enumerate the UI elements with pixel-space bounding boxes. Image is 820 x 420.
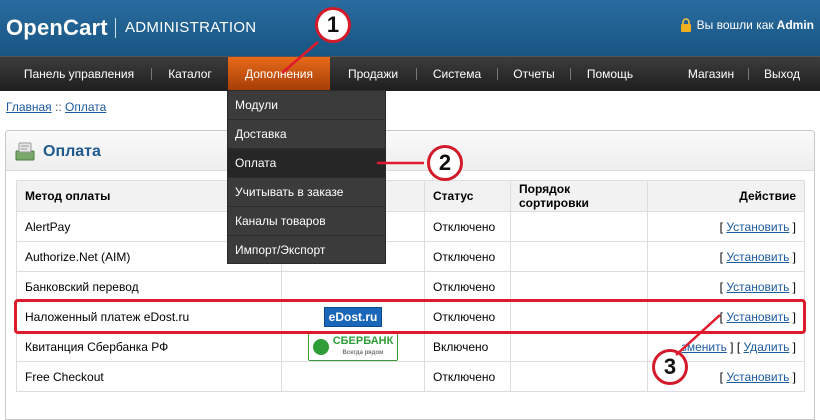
menu-separator — [497, 68, 498, 80]
payment-actions: [ Установить ] — [647, 271, 805, 302]
menu-item-extensions[interactable]: Дополнения — [228, 57, 330, 91]
menu-item-store[interactable]: Магазин — [676, 57, 746, 91]
menu-item-sales[interactable]: Продажи — [332, 57, 414, 91]
menu-separator — [748, 68, 749, 80]
payment-status: Отключено — [424, 241, 511, 272]
menu-item-help[interactable]: Помощь — [573, 57, 647, 91]
menu-separator — [416, 68, 417, 80]
login-user[interactable]: Admin — [777, 18, 814, 32]
payment-sort-order — [510, 241, 648, 272]
payment-box: Оплата Метод оплаты Статус Порядок сорти… — [5, 130, 815, 420]
payment-logo-cell — [281, 271, 425, 302]
brand-logo[interactable]: OpenCart — [6, 15, 108, 41]
column-header-status[interactable]: Статус — [424, 180, 511, 212]
admin-label: ADMINISTRATION — [125, 19, 257, 36]
brand-separator — [115, 18, 116, 38]
payment-icon — [15, 142, 35, 161]
install-link[interactable]: Установить — [726, 220, 789, 234]
table-header-row: Метод оплаты Статус Порядок сортировки Д… — [16, 180, 805, 212]
column-header-sort[interactable]: Порядок сортировки — [510, 180, 648, 212]
edit-link[interactable]: зменить — [681, 340, 727, 354]
login-text: Вы вошли как — [696, 18, 774, 32]
callout-2: 2 — [427, 145, 463, 181]
dropdown-item-modules[interactable]: Модули — [228, 91, 385, 120]
payment-status: Отключено — [424, 361, 511, 392]
table-row: Банковский перевод Отключено [ Установит… — [16, 271, 805, 302]
install-link[interactable]: Установить — [726, 250, 789, 264]
payment-status: Включено — [424, 331, 511, 362]
extensions-dropdown: Модули Доставка Оплата Учитывать в заказ… — [227, 90, 386, 264]
breadcrumb: Главная :: Оплата — [6, 100, 106, 114]
table-row: Authorize.Net (AIM) Отключено [ Установи… — [16, 241, 805, 272]
login-status: Вы вошли как Admin — [680, 18, 814, 32]
sberbank-logo: СБЕРБАНК Всегда рядом — [307, 332, 399, 361]
payment-logo-cell: СБЕРБАНК Всегда рядом — [281, 331, 425, 362]
header-bar: OpenCart ADMINISTRATION Вы вошли как Adm… — [0, 0, 820, 56]
sberbank-logo-mark — [312, 338, 329, 355]
payment-status: Отключено — [424, 271, 511, 302]
dropdown-item-order-totals[interactable]: Учитывать в заказе — [228, 178, 385, 207]
sberbank-logo-text: СБЕРБАНК — [332, 334, 394, 347]
uninstall-link[interactable]: Удалить — [744, 340, 790, 354]
payment-sort-order — [510, 271, 648, 302]
box-heading: Оплата — [6, 131, 814, 171]
payment-sort-order — [510, 361, 648, 392]
highlight-frame — [14, 299, 806, 334]
payment-method-name: Квитанция Сбербанка РФ — [16, 331, 282, 362]
table-row: Квитанция Сбербанка РФ СБЕРБАНК Всегда ря… — [16, 331, 805, 362]
callout-3: 3 — [652, 349, 688, 385]
payment-logo-cell — [281, 361, 425, 392]
payment-actions: [ Установить ] — [647, 211, 805, 242]
breadcrumb-separator: :: — [51, 100, 66, 114]
payment-sort-order — [510, 211, 648, 242]
page-title: Оплата — [43, 143, 101, 160]
menu-item-system[interactable]: Система — [419, 57, 495, 91]
payment-method-name: Free Checkout — [16, 361, 282, 392]
menu-item-catalog[interactable]: Каталог — [154, 57, 226, 91]
callout-1: 1 — [315, 7, 351, 43]
menu-item-logout[interactable]: Выход — [751, 57, 813, 91]
payment-method-name: Банковский перевод — [16, 271, 282, 302]
column-header-action: Действие — [647, 180, 805, 212]
dropdown-item-shipping[interactable]: Доставка — [228, 120, 385, 149]
install-link[interactable]: Установить — [726, 370, 789, 384]
menu-separator — [570, 68, 571, 80]
menu-separator — [151, 68, 152, 80]
payment-actions: [ Установить ] — [647, 241, 805, 272]
install-link[interactable]: Установить — [726, 280, 789, 294]
dropdown-item-product-feeds[interactable]: Каналы товаров — [228, 207, 385, 236]
sberbank-logo-tagline: Всегда рядом — [342, 349, 384, 356]
dropdown-item-import-export[interactable]: Импорт/Экспорт — [228, 236, 385, 265]
dropdown-item-payment[interactable]: Оплата — [228, 149, 385, 178]
menu-item-dashboard[interactable]: Панель управления — [10, 57, 148, 91]
menu-item-reports[interactable]: Отчеты — [500, 57, 568, 91]
main-menu: Панель управления Каталог Дополнения Про… — [0, 56, 820, 91]
table-row: AlertPay Отключено [ Установить ] — [16, 211, 805, 242]
payment-status: Отключено — [424, 211, 511, 242]
breadcrumb-home[interactable]: Главная — [6, 100, 52, 114]
breadcrumb-current[interactable]: Оплата — [65, 100, 106, 114]
lock-icon — [680, 18, 691, 32]
payment-sort-order — [510, 331, 648, 362]
